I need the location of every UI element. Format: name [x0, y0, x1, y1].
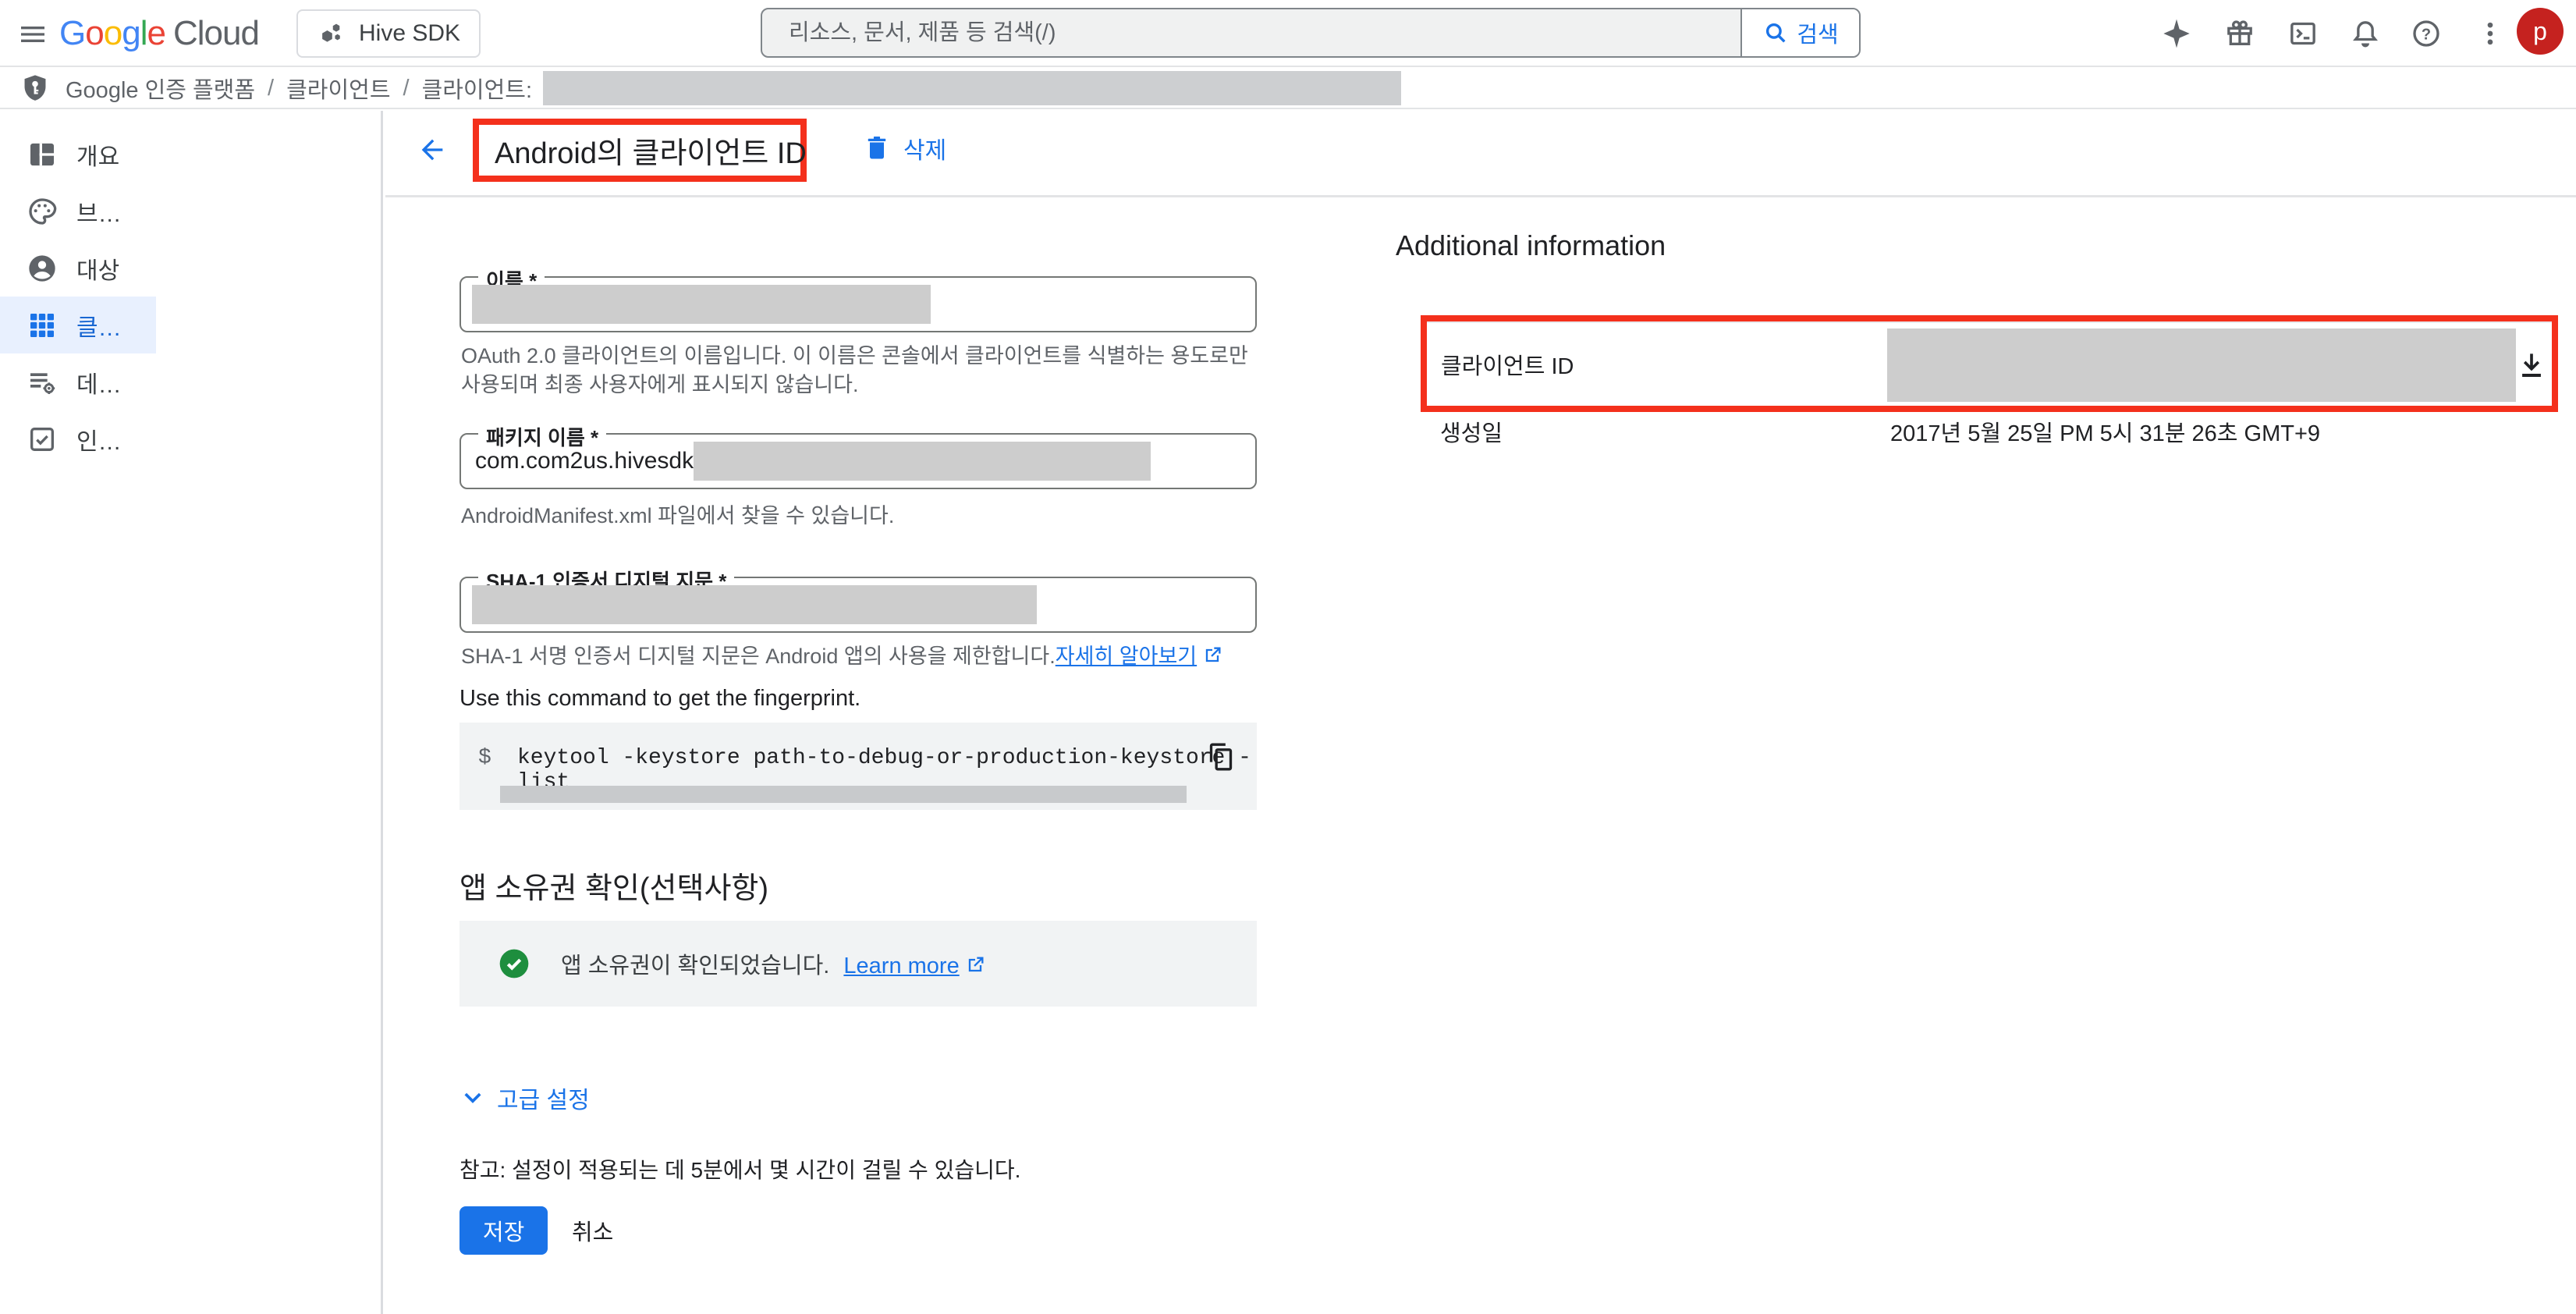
sidebar-item-label: 개요 [76, 137, 119, 172]
client-id-label: 클라이언트 ID [1427, 348, 1574, 381]
search-input[interactable] [762, 9, 1740, 56]
overview-icon [27, 139, 58, 170]
client-id-redacted-value [1887, 328, 2516, 402]
ownership-status-text: 앱 소유권이 확인되었습니다. [561, 954, 829, 978]
chevron-down-icon [459, 1085, 486, 1111]
name-field-redacted-value [472, 285, 931, 324]
person-icon [27, 253, 58, 284]
list-gear-icon [27, 367, 58, 398]
palette-icon [27, 196, 58, 227]
app-header: Google Cloud Hive SDK 검색 ? [0, 0, 2576, 67]
advanced-settings-toggle[interactable]: 고급 설정 [459, 1081, 590, 1115]
delete-icon [863, 134, 891, 162]
sidebar-item-label: 브… [76, 194, 122, 229]
sidebar-nav: 개요 브… 대상 클… 데… 인… [0, 111, 383, 1314]
package-field-label: 패키지 이름 * [478, 422, 606, 451]
command-prompt: $ [478, 746, 491, 770]
checkbox-icon [27, 424, 58, 455]
download-icon[interactable] [2514, 348, 2549, 382]
page-title-annotation: Android의 클라이언트 ID [473, 119, 807, 182]
cloud-shell-icon[interactable] [2286, 16, 2320, 51]
created-date-value: 2017년 5월 25일 PM 5시 31분 26초 GMT+9 [1890, 415, 2320, 448]
menu-icon[interactable] [16, 17, 50, 51]
search-icon [1762, 20, 1789, 46]
learn-more-link[interactable]: 자세히 알아보기 [1056, 645, 1197, 668]
ownership-status: 앱 소유권이 확인되었습니다. Learn more [561, 947, 986, 980]
breadcrumb-item-clients[interactable]: 클라이언트 [286, 72, 390, 105]
sidebar-item-branding[interactable]: 브… [0, 183, 156, 240]
back-icon[interactable] [417, 134, 448, 165]
google-cloud-logo: Google Cloud [59, 14, 259, 53]
cloud-logo-text: Cloud [173, 14, 259, 53]
svg-text:?: ? [2422, 27, 2431, 44]
main-content: Android의 클라이언트 ID 삭제 이름 * OAuth 2.0 클라이언… [385, 111, 2576, 1314]
sha1-field-redacted-value [472, 585, 1037, 624]
sha1-field-help-row: SHA-1 서명 인증서 디지털 지문은 Android 앱의 사용을 제한합니… [461, 642, 1257, 671]
copy-icon[interactable] [1205, 741, 1237, 772]
breadcrumb-item-client: 클라이언트: [422, 72, 532, 105]
sidebar-item-overview[interactable]: 개요 [0, 126, 156, 183]
sidebar-item-data-access[interactable]: 데… [0, 353, 156, 410]
project-selector-label: Hive SDK [359, 20, 460, 47]
search-button[interactable]: 검색 [1740, 9, 1859, 56]
ownership-learn-more-link[interactable]: Learn more [843, 954, 959, 978]
package-field[interactable]: 패키지 이름 * com.com2us.hivesdk [459, 433, 1257, 489]
ownership-panel: 앱 소유권이 확인되었습니다. Learn more [459, 921, 1257, 1007]
auth-shield-icon [20, 73, 50, 104]
sha1-field-help: SHA-1 서명 인증서 디지털 지문은 Android 앱의 사용을 제한합니… [461, 645, 1056, 668]
google-logo-text: Google [59, 14, 165, 53]
delete-button[interactable]: 삭제 [863, 131, 946, 165]
breadcrumb: Google 인증 플랫폼 / 클라이언트 / 클라이언트: [0, 69, 2576, 109]
sha1-field[interactable]: SHA-1 인증서 디지털 지문 * [459, 577, 1257, 633]
cancel-button[interactable]: 취소 [572, 1206, 613, 1255]
breadcrumb-redacted-value [543, 71, 1401, 105]
breadcrumb-separator: / [255, 76, 286, 101]
name-field[interactable]: 이름 * [459, 276, 1257, 332]
command-box: $ keytool -keystore path-to-debug-or-pro… [459, 723, 1257, 810]
divider [385, 195, 2576, 197]
sidebar-item-clients[interactable]: 클… [0, 297, 156, 353]
sidebar-item-label: 데… [76, 365, 122, 400]
external-link-icon [1201, 645, 1223, 666]
notifications-icon[interactable] [2348, 16, 2383, 51]
gift-icon[interactable] [2223, 16, 2257, 51]
global-search: 검색 [761, 8, 1861, 58]
hexagons-icon [317, 19, 346, 48]
save-button[interactable]: 저장 [459, 1206, 548, 1255]
more-icon[interactable] [2473, 16, 2507, 51]
package-field-redacted-value [694, 442, 1151, 481]
gemini-icon[interactable] [2159, 16, 2194, 51]
sidebar-item-audience[interactable]: 대상 [0, 240, 156, 297]
sidebar-item-label: 대상 [76, 251, 119, 286]
project-selector[interactable]: Hive SDK [296, 9, 481, 58]
sidebar-item-label: 인… [76, 422, 122, 456]
command-redacted-line [500, 786, 1187, 803]
package-field-help: AndroidManifest.xml 파일에서 찾을 수 있습니다. [461, 502, 1257, 531]
breadcrumb-separator: / [391, 76, 422, 101]
breadcrumb-item-platform[interactable]: Google 인증 플랫폼 [66, 72, 255, 105]
created-date-label: 생성일 [1440, 415, 1503, 448]
name-field-help: OAuth 2.0 클라이언트의 이름입니다. 이 이름은 콘솔에서 클라이언트… [461, 342, 1257, 400]
advanced-settings-label: 고급 설정 [497, 1081, 590, 1115]
info-panel-heading: Additional information [1396, 229, 1666, 262]
sidebar-item-label: 클… [76, 308, 122, 343]
settings-note: 참고: 설정이 적용되는 데 5분에서 몇 시간이 걸릴 수 있습니다. [459, 1153, 1020, 1184]
fingerprint-hint: Use this command to get the fingerprint. [459, 686, 860, 712]
delete-button-label: 삭제 [903, 131, 946, 165]
avatar[interactable]: p [2517, 8, 2564, 55]
ownership-heading: 앱 소유권 확인(선택사항) [459, 864, 768, 907]
sidebar-item-verification[interactable]: 인… [0, 410, 156, 467]
search-button-label: 검색 [1797, 16, 1838, 49]
avatar-letter: p [2533, 17, 2547, 46]
help-icon[interactable]: ? [2409, 16, 2443, 51]
grid-icon [27, 310, 58, 341]
page-title: Android의 클라이언트 ID [495, 129, 807, 172]
package-field-value: com.com2us.hivesdk [475, 448, 694, 474]
verified-icon [497, 946, 531, 981]
client-id-annotation: 클라이언트 ID [1421, 315, 2558, 412]
external-link-icon [964, 954, 986, 976]
client-id-row: 클라이언트 ID [1427, 321, 2552, 406]
